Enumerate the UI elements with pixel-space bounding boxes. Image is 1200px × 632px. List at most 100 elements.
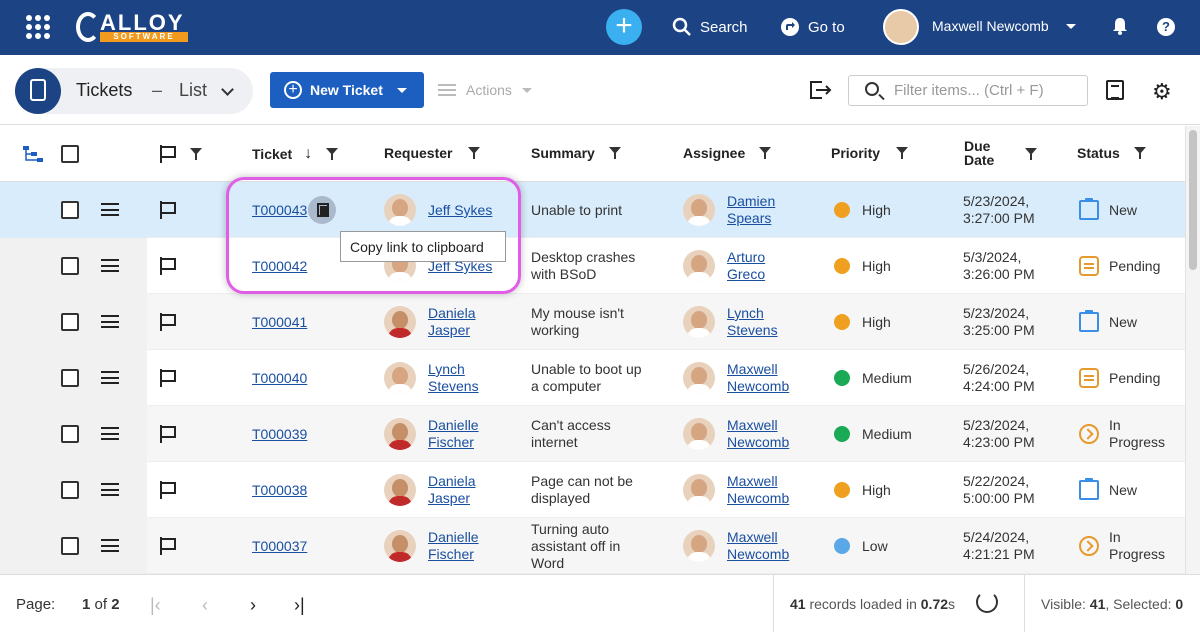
summary-filter-icon[interactable] xyxy=(608,147,621,159)
scrollbar-thumb[interactable] xyxy=(1189,130,1197,270)
table-row[interactable]: T000037 Danielle Fischer Turning auto assist… xyxy=(0,518,1185,574)
last-page-icon[interactable]: ›| xyxy=(294,595,305,616)
row-checkbox[interactable] xyxy=(61,537,79,555)
assignee-link[interactable]: Maxwell Newcomb xyxy=(727,473,789,507)
alloy-logo[interactable]: ALLOY SOFTWARE xyxy=(76,10,196,44)
tree-view-icon[interactable] xyxy=(22,145,44,163)
breadcrumb[interactable]: Tickets – List xyxy=(15,68,253,114)
export-icon[interactable] xyxy=(808,80,832,100)
requester-name-1: Danielle xyxy=(428,529,479,545)
list-view-icon[interactable] xyxy=(1106,80,1124,100)
summary-text: Unable to boot up a computer xyxy=(531,361,661,395)
row-flag-icon[interactable] xyxy=(158,481,176,499)
annotation-highlight-box xyxy=(226,177,521,294)
row-flag-icon[interactable] xyxy=(158,313,176,331)
goto-button[interactable]: Go to xyxy=(780,17,845,37)
next-page-icon[interactable]: › xyxy=(250,595,256,616)
row-menu-icon[interactable] xyxy=(101,483,119,496)
summary-line-1: Desktop crashes xyxy=(531,249,636,265)
due-date-text: 5/23/2024, 3:25:00 PM xyxy=(963,305,1035,339)
column-due-date[interactable]: Due Date xyxy=(964,139,994,167)
flag-header-icon[interactable] xyxy=(158,145,176,163)
assignee-link[interactable]: Arturo Greco xyxy=(727,249,765,283)
flag-filter-icon[interactable] xyxy=(190,148,202,160)
table-row[interactable]: T000039 Danielle Fischer Can't access intern… xyxy=(0,406,1185,462)
status-text: Pending xyxy=(1109,258,1160,275)
assignee-filter-icon[interactable] xyxy=(759,147,772,159)
notifications-bell-icon[interactable] xyxy=(1112,17,1128,35)
column-summary[interactable]: Summary xyxy=(531,145,621,161)
assignee-link[interactable]: Lynch Stevens xyxy=(727,305,778,339)
filter-input[interactable]: Filter items... (Ctrl + F) xyxy=(848,75,1088,106)
help-icon[interactable]: ? xyxy=(1157,18,1175,36)
requester-link[interactable]: Danielle Fischer xyxy=(428,417,479,451)
search-button[interactable]: Search xyxy=(672,17,748,37)
requester-filter-icon[interactable] xyxy=(468,147,481,159)
ticket-id-link[interactable]: T000037 xyxy=(252,538,307,554)
row-checkbox[interactable] xyxy=(61,369,79,387)
user-avatar[interactable] xyxy=(883,9,919,45)
row-menu-icon[interactable] xyxy=(101,259,119,272)
ticket-id-link[interactable]: T000038 xyxy=(252,482,307,498)
due-filter-icon[interactable] xyxy=(1025,148,1037,160)
assignee-link[interactable]: Maxwell Newcomb xyxy=(727,417,789,451)
status-filter-icon[interactable] xyxy=(1133,147,1146,159)
user-name[interactable]: Maxwell Newcomb xyxy=(932,18,1049,34)
previous-page-icon[interactable]: ‹ xyxy=(202,595,208,616)
row-checkbox[interactable] xyxy=(61,425,79,443)
app-grid-icon[interactable] xyxy=(26,15,50,39)
user-menu-chevron-icon[interactable] xyxy=(1066,24,1076,29)
row-menu-icon[interactable] xyxy=(101,371,119,384)
row-flag-icon[interactable] xyxy=(158,257,176,275)
row-menu-icon[interactable] xyxy=(101,315,119,328)
table-row[interactable]: T000040 Lynch Stevens Unable to boot up a co… xyxy=(0,350,1185,406)
actions-button[interactable]: Actions xyxy=(438,82,532,98)
column-due-label-2: Date xyxy=(964,152,995,168)
settings-gear-icon[interactable]: ⚙ xyxy=(1152,79,1172,105)
column-ticket[interactable]: Ticket ↓ xyxy=(252,145,339,163)
new-ticket-button[interactable]: + New Ticket xyxy=(270,72,424,108)
column-requester[interactable]: Requester xyxy=(384,145,481,161)
sort-down-arrow-icon[interactable]: ↓ xyxy=(304,145,312,163)
refresh-icon[interactable] xyxy=(976,591,998,613)
table-row[interactable]: T000043 Jeff Sykes Unable to print Damien Sp… xyxy=(0,182,1185,238)
row-menu-icon[interactable] xyxy=(101,203,119,216)
vertical-scrollbar[interactable] xyxy=(1185,126,1200,574)
assignee-link[interactable]: Damien Spears xyxy=(727,193,775,227)
row-menu-icon[interactable] xyxy=(101,427,119,440)
column-priority[interactable]: Priority xyxy=(831,145,909,161)
table-row[interactable]: T000038 Daniela Jasper Page can not be displ… xyxy=(0,462,1185,518)
row-checkbox[interactable] xyxy=(61,313,79,331)
ticket-id-link[interactable]: T000039 xyxy=(252,426,307,442)
row-flag-icon[interactable] xyxy=(158,369,176,387)
row-checkbox[interactable] xyxy=(61,481,79,499)
priority-filter-icon[interactable] xyxy=(896,147,909,159)
requester-link[interactable]: Lynch Stevens xyxy=(428,361,479,395)
quick-add-button[interactable]: + xyxy=(606,9,642,45)
first-page-icon[interactable]: |‹ xyxy=(150,595,161,616)
column-status[interactable]: Status xyxy=(1077,145,1146,161)
row-menu-icon[interactable] xyxy=(101,539,119,552)
row-flag-icon[interactable] xyxy=(158,425,176,443)
table-row[interactable]: T000041 Daniela Jasper My mouse isn't workin… xyxy=(0,294,1185,350)
row-flag-icon[interactable] xyxy=(158,537,176,555)
ticket-filter-icon[interactable] xyxy=(326,148,339,160)
ticket-id-link[interactable]: T000041 xyxy=(252,314,307,330)
row-flag-icon[interactable] xyxy=(158,201,176,219)
ticket-id-link[interactable]: T000040 xyxy=(252,370,307,386)
requester-link[interactable]: Daniela Jasper xyxy=(428,473,475,507)
select-all-checkbox[interactable] xyxy=(61,145,79,163)
priority-dot-icon xyxy=(834,482,850,498)
due-date-text: 5/22/2024, 5:00:00 PM xyxy=(963,473,1035,507)
requester-link[interactable]: Daniela Jasper xyxy=(428,305,475,339)
row-checkbox[interactable] xyxy=(61,257,79,275)
column-assignee[interactable]: Assignee xyxy=(683,145,772,161)
new-ticket-chevron-down-icon[interactable] xyxy=(396,87,407,93)
row-checkbox[interactable] xyxy=(61,201,79,219)
table-row[interactable]: T000042 Jeff Sykes Desktop crashes with BSo… xyxy=(0,238,1185,294)
summary-text: Turning auto assistant off in Word xyxy=(531,521,661,572)
requester-link[interactable]: Danielle Fischer xyxy=(428,529,479,563)
assignee-link[interactable]: Maxwell Newcomb xyxy=(727,529,789,563)
view-chevron-down-icon[interactable] xyxy=(221,83,234,96)
assignee-link[interactable]: Maxwell Newcomb xyxy=(727,361,789,395)
